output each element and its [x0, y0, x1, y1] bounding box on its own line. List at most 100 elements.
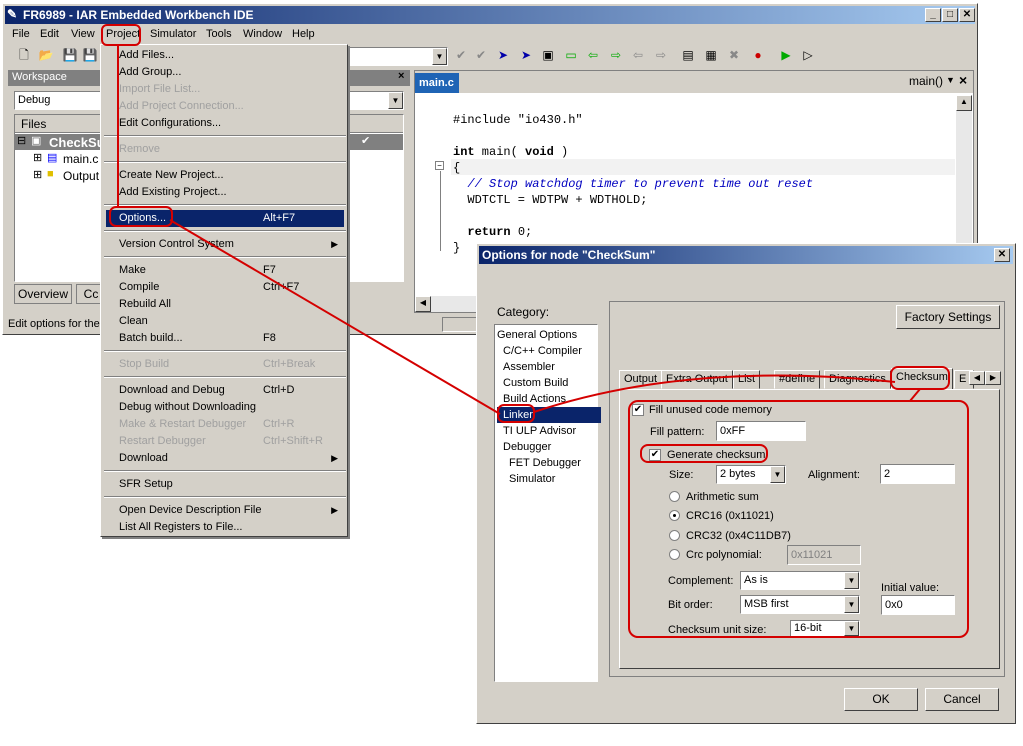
category-item-debugger[interactable]: Debugger — [497, 439, 551, 455]
workspace-tab-overview[interactable]: Overview — [14, 284, 72, 304]
category-item-simulator[interactable]: Simulator — [497, 471, 555, 487]
menu-item-batch-build[interactable]: Batch build... F8 — [106, 330, 344, 347]
crc-polynomial-input[interactable]: 0x11021 — [787, 545, 861, 565]
menu-simulator[interactable]: Simulator — [150, 28, 196, 40]
menu-item-add-files[interactable]: Add Files... — [106, 47, 344, 64]
tab-checksum[interactable]: Checksum — [891, 368, 953, 390]
fold-marker[interactable]: − — [435, 161, 444, 170]
expand-icon[interactable]: ⊞ — [33, 151, 42, 164]
bit-order-select[interactable]: MSB first ▼ — [740, 595, 860, 614]
tab-scroll-right-icon[interactable]: ▶ — [985, 371, 1001, 385]
menu-item-list-all-registers-to-file[interactable]: List All Registers to File... — [106, 519, 344, 536]
fill-pattern-input[interactable]: 0xFF — [716, 421, 806, 441]
chevron-down-icon[interactable]: ▼ — [844, 596, 859, 613]
tab-extra-output[interactable]: Extra Output — [661, 370, 733, 389]
menu-edit[interactable]: Edit — [40, 28, 59, 40]
category-item-custom-build[interactable]: Custom Build — [497, 375, 568, 391]
menu-item-create-new-project[interactable]: Create New Project... — [106, 167, 344, 184]
menu-item-download[interactable]: Download ▶ — [106, 450, 344, 467]
close-button[interactable]: ✕ — [959, 8, 975, 22]
initial-value-input[interactable]: 0x0 — [881, 595, 955, 615]
category-item-ti-ulp-advisor[interactable]: TI ULP Advisor — [497, 423, 576, 439]
tab-diagnostics[interactable]: Diagnostics — [824, 370, 891, 389]
maximize-button[interactable]: □ — [942, 8, 958, 22]
chevron-down-icon[interactable]: ▼ — [432, 48, 447, 65]
cancel-button[interactable]: Cancel — [925, 688, 999, 711]
menu-item-version-control-system[interactable]: Version Control System ▶ — [106, 236, 344, 253]
chevron-down-icon[interactable]: ▼ — [844, 621, 859, 636]
goto-icon[interactable]: ▭ — [563, 47, 579, 63]
fill-unused-checkbox[interactable]: ✔ — [632, 404, 644, 416]
compile-icon[interactable]: ▤ — [680, 47, 696, 63]
left-icon[interactable]: ⇦ — [630, 47, 646, 63]
stop-build-icon[interactable]: ✖ — [726, 47, 742, 63]
function-combo[interactable]: main() — [909, 74, 943, 88]
new-file-icon[interactable]: 🗋 — [16, 47, 32, 63]
bookmark-icon[interactable]: ✔ — [453, 47, 469, 63]
menu-file[interactable]: File — [12, 28, 30, 40]
menu-item-options[interactable]: Options... Alt+F7 — [106, 210, 344, 227]
nav-back-icon[interactable]: ⇦ — [585, 47, 601, 63]
alignment-input[interactable]: 2 — [880, 464, 955, 484]
replace-icon[interactable]: ▣ — [540, 47, 556, 63]
menu-item-debug-without-downloading[interactable]: Debug without Downloading — [106, 399, 344, 416]
bookmark-next-icon[interactable]: ✔ — [473, 47, 489, 63]
minimize-button[interactable]: _ — [925, 8, 941, 22]
menu-item-edit-configurations[interactable]: Edit Configurations... — [106, 115, 344, 132]
menu-item-open-device-description-file[interactable]: Open Device Description File ▶ — [106, 502, 344, 519]
menu-item-compile[interactable]: Compile Ctrl+F7 — [106, 279, 344, 296]
category-item-fet-debugger[interactable]: FET Debugger — [497, 455, 581, 471]
category-item-linker[interactable]: Linker — [497, 407, 601, 423]
radio-crc16[interactable] — [669, 510, 680, 521]
menu-item-download-and-debug[interactable]: Download and Debug Ctrl+D — [106, 382, 344, 399]
open-folder-icon[interactable]: 📂 — [38, 47, 54, 63]
make-icon[interactable]: ▦ — [703, 47, 719, 63]
menu-item-clean[interactable]: Clean — [106, 313, 344, 330]
menu-project[interactable]: Project — [106, 28, 140, 40]
chevron-down-icon[interactable]: ▼ — [946, 75, 955, 85]
breakpoint-icon[interactable]: ● — [750, 47, 766, 63]
ok-button[interactable]: OK — [844, 688, 918, 711]
chevron-down-icon[interactable]: ▼ — [844, 572, 859, 589]
category-item-assembler[interactable]: Assembler — [497, 359, 555, 375]
find-combo[interactable]: ▼ — [348, 47, 448, 66]
menu-item-rebuild-all[interactable]: Rebuild All — [106, 296, 344, 313]
menu-item-sfr-setup[interactable]: SFR Setup — [106, 476, 344, 493]
generate-checksum-checkbox[interactable]: ✔ — [649, 449, 661, 461]
tab-scroll-left-icon[interactable]: ◀ — [969, 371, 985, 385]
category-item-build-actions[interactable]: Build Actions — [497, 391, 566, 407]
find-next-icon[interactable]: ➤ — [518, 47, 534, 63]
save-all-icon[interactable]: 💾 — [82, 47, 98, 63]
radio-arithmetic-sum[interactable] — [669, 491, 680, 502]
category-item-c-c-compiler[interactable]: C/C++ Compiler — [497, 343, 582, 359]
category-item-general-options[interactable]: General Options — [497, 327, 577, 343]
menu-help[interactable]: Help — [292, 28, 315, 40]
debug-icon[interactable]: ▶ — [778, 47, 794, 63]
chevron-down-icon[interactable]: ▼ — [770, 466, 785, 483]
menu-item-add-existing-project[interactable]: Add Existing Project... — [106, 184, 344, 201]
complement-select[interactable]: As is ▼ — [740, 571, 860, 590]
close-icon[interactable]: × — [398, 70, 404, 82]
menu-view[interactable]: View — [71, 28, 95, 40]
menu-window[interactable]: Window — [243, 28, 282, 40]
tab-define[interactable]: #define — [774, 370, 821, 389]
tab-output[interactable]: Output — [619, 370, 663, 389]
tab-list[interactable]: List — [733, 370, 761, 389]
expand-icon[interactable]: ⊟ — [17, 134, 26, 147]
close-icon[interactable]: × — [959, 72, 967, 88]
debug-nodownload-icon[interactable]: ▷ — [800, 47, 816, 63]
scroll-left-icon[interactable]: ◀ — [415, 296, 431, 312]
dialog-close-button[interactable]: ✕ — [994, 248, 1010, 262]
menu-item-add-group[interactable]: Add Group... — [106, 64, 344, 81]
right-icon[interactable]: ⇨ — [653, 47, 669, 63]
chevron-down-icon[interactable]: ▼ — [388, 92, 403, 109]
expand-icon[interactable]: ⊞ — [33, 168, 42, 181]
radio-crc32[interactable] — [669, 530, 680, 541]
size-select[interactable]: 2 bytes ▼ — [716, 465, 786, 484]
radio-crc-polynomial[interactable] — [669, 549, 680, 560]
tab-main-c[interactable]: main.c — [415, 73, 459, 93]
menu-item-make[interactable]: Make F7 — [106, 262, 344, 279]
find-icon[interactable]: ➤ — [495, 47, 511, 63]
menu-tools[interactable]: Tools — [206, 28, 232, 40]
save-icon[interactable]: 💾 — [62, 47, 78, 63]
